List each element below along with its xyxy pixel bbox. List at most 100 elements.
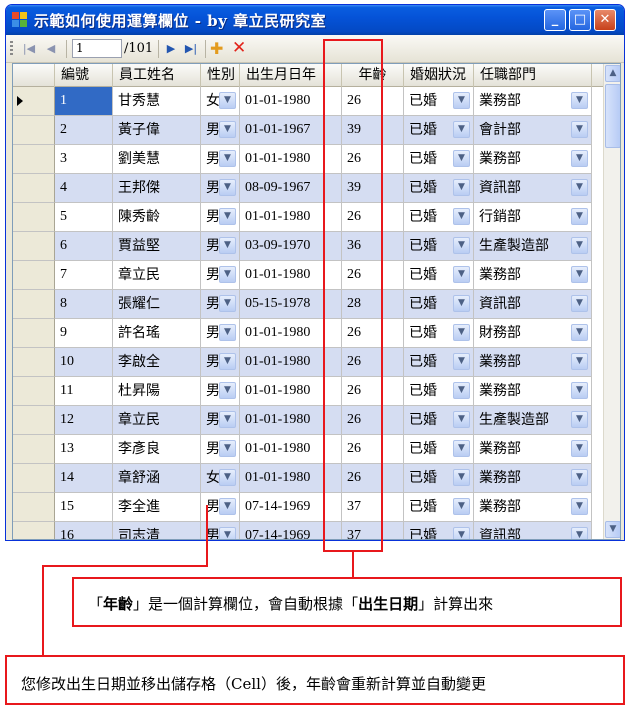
- scroll-down-icon[interactable]: ▼: [605, 521, 620, 538]
- chevron-down-icon[interactable]: ▼: [219, 382, 236, 399]
- chevron-down-icon[interactable]: ▼: [571, 353, 588, 370]
- chevron-down-icon[interactable]: ▼: [453, 440, 470, 457]
- chevron-down-icon[interactable]: ▼: [453, 150, 470, 167]
- grid-cell-name[interactable]: 賈益堅: [113, 232, 201, 261]
- chevron-down-icon[interactable]: ▼: [453, 382, 470, 399]
- scroll-thumb[interactable]: [605, 84, 620, 148]
- grid-cell-department[interactable]: 業務部 ▼: [474, 348, 592, 377]
- chevron-down-icon[interactable]: ▼: [219, 295, 236, 312]
- row-header[interactable]: [13, 464, 55, 493]
- chevron-down-icon[interactable]: ▼: [219, 498, 236, 515]
- chevron-down-icon[interactable]: ▼: [453, 237, 470, 254]
- grid-cell-department[interactable]: 生產製造部 ▼: [474, 232, 592, 261]
- table-row[interactable]: 11 杜昇陽男 ▼ 01-01-1980 26 已婚 ▼ 業務部 ▼: [13, 377, 603, 406]
- grid-cell-marital[interactable]: 已婚 ▼: [404, 493, 474, 522]
- grid-cell-id[interactable]: 1: [55, 87, 113, 116]
- chevron-down-icon[interactable]: ▼: [219, 121, 236, 138]
- chevron-down-icon[interactable]: ▼: [219, 440, 236, 457]
- row-header[interactable]: [13, 261, 55, 290]
- table-row[interactable]: 6 賈益堅男 ▼ 03-09-1970 36 已婚 ▼ 生產製造部 ▼: [13, 232, 603, 261]
- grid-cell-name[interactable]: 李啟全: [113, 348, 201, 377]
- grid-cell-id[interactable]: 6: [55, 232, 113, 261]
- add-new-icon[interactable]: ✚: [210, 39, 223, 58]
- grid-cell-name[interactable]: 甘秀慧: [113, 87, 201, 116]
- chevron-down-icon[interactable]: ▼: [571, 295, 588, 312]
- grid-cell-name[interactable]: 劉美慧: [113, 145, 201, 174]
- column-header-3[interactable]: 性別: [201, 64, 240, 87]
- chevron-down-icon[interactable]: ▼: [453, 266, 470, 283]
- row-header[interactable]: [13, 435, 55, 464]
- grid-cell-marital[interactable]: 已婚 ▼: [404, 174, 474, 203]
- row-header[interactable]: [13, 377, 55, 406]
- grid-cell-gender[interactable]: 男 ▼: [201, 145, 240, 174]
- grid-cell-gender[interactable]: 男 ▼: [201, 435, 240, 464]
- grid-cell-id[interactable]: 14: [55, 464, 113, 493]
- table-row[interactable]: 9 許名瑤男 ▼ 01-01-1980 26 已婚 ▼ 財務部 ▼: [13, 319, 603, 348]
- next-record-icon[interactable]: ▶: [162, 40, 180, 58]
- chevron-down-icon[interactable]: ▼: [219, 266, 236, 283]
- grid-cell-department[interactable]: 財務部 ▼: [474, 319, 592, 348]
- column-header-2[interactable]: 員工姓名: [113, 64, 201, 87]
- chevron-down-icon[interactable]: ▼: [571, 266, 588, 283]
- chevron-down-icon[interactable]: ▼: [571, 179, 588, 196]
- chevron-down-icon[interactable]: ▼: [453, 324, 470, 341]
- chevron-down-icon[interactable]: ▼: [453, 469, 470, 486]
- chevron-down-icon[interactable]: ▼: [571, 411, 588, 428]
- grid-cell-marital[interactable]: 已婚 ▼: [404, 464, 474, 493]
- prev-record-icon[interactable]: ◀: [42, 40, 60, 58]
- grid-cell-marital[interactable]: 已婚 ▼: [404, 232, 474, 261]
- chevron-down-icon[interactable]: ▼: [219, 208, 236, 225]
- grid-cell-name[interactable]: 章立民: [113, 406, 201, 435]
- grid-cell-name[interactable]: 杜昇陽: [113, 377, 201, 406]
- grid-cell-gender[interactable]: 男 ▼: [201, 116, 240, 145]
- column-header-1[interactable]: 編號: [55, 64, 113, 87]
- grid-cell-department[interactable]: 業務部 ▼: [474, 261, 592, 290]
- chevron-down-icon[interactable]: ▼: [219, 92, 236, 109]
- minimize-button[interactable]: _: [544, 9, 566, 31]
- chevron-down-icon[interactable]: ▼: [571, 92, 588, 109]
- grid-cell-department[interactable]: 業務部 ▼: [474, 145, 592, 174]
- chevron-down-icon[interactable]: ▼: [453, 353, 470, 370]
- grid-cell-id[interactable]: 3: [55, 145, 113, 174]
- table-row[interactable]: 2 黃子偉男 ▼ 01-01-1967 39 已婚 ▼ 會計部 ▼: [13, 116, 603, 145]
- close-button[interactable]: ✕: [594, 9, 616, 31]
- grid-cell-gender[interactable]: 男 ▼: [201, 232, 240, 261]
- table-row[interactable]: 14 章舒涵女 ▼ 01-01-1980 26 已婚 ▼ 業務部 ▼: [13, 464, 603, 493]
- table-row[interactable]: 4 王邦傑男 ▼ 08-09-1967 39 已婚 ▼ 資訊部 ▼: [13, 174, 603, 203]
- grid-cell-name[interactable]: 李彥良: [113, 435, 201, 464]
- chevron-down-icon[interactable]: ▼: [571, 121, 588, 138]
- row-header[interactable]: [13, 116, 55, 145]
- chevron-down-icon[interactable]: ▼: [453, 179, 470, 196]
- grid-cell-id[interactable]: 2: [55, 116, 113, 145]
- grid-cell-name[interactable]: 章舒涵: [113, 464, 201, 493]
- grid-cell-department[interactable]: 會計部 ▼: [474, 116, 592, 145]
- toolbar-grip-icon[interactable]: [10, 41, 13, 57]
- row-header[interactable]: [13, 203, 55, 232]
- grid-cell-department[interactable]: 業務部 ▼: [474, 493, 592, 522]
- chevron-down-icon[interactable]: ▼: [219, 237, 236, 254]
- chevron-down-icon[interactable]: ▼: [219, 324, 236, 341]
- grid-cell-gender[interactable]: 男 ▼: [201, 203, 240, 232]
- grid-cell-id[interactable]: 12: [55, 406, 113, 435]
- grid-cell-gender[interactable]: 女 ▼: [201, 87, 240, 116]
- grid-cell-id[interactable]: 7: [55, 261, 113, 290]
- row-header[interactable]: [13, 87, 55, 116]
- grid-cell-id[interactable]: 10: [55, 348, 113, 377]
- grid-cell-marital[interactable]: 已婚 ▼: [404, 116, 474, 145]
- chevron-down-icon[interactable]: ▼: [453, 121, 470, 138]
- table-row[interactable]: 13 李彥良男 ▼ 01-01-1980 26 已婚 ▼ 業務部 ▼: [13, 435, 603, 464]
- row-header[interactable]: [13, 232, 55, 261]
- table-row[interactable]: 7 章立民男 ▼ 01-01-1980 26 已婚 ▼ 業務部 ▼: [13, 261, 603, 290]
- grid-cell-marital[interactable]: 已婚 ▼: [404, 406, 474, 435]
- chevron-down-icon[interactable]: ▼: [571, 382, 588, 399]
- grid-cell-marital[interactable]: 已婚 ▼: [404, 290, 474, 319]
- grid-cell-id[interactable]: 5: [55, 203, 113, 232]
- row-header[interactable]: [13, 290, 55, 319]
- grid-cell-name[interactable]: 陳秀齡: [113, 203, 201, 232]
- grid-cell-name[interactable]: 黃子偉: [113, 116, 201, 145]
- chevron-down-icon[interactable]: ▼: [453, 295, 470, 312]
- grid-cell-marital[interactable]: 已婚 ▼: [404, 203, 474, 232]
- table-row[interactable]: 16 司志清男 ▼ 07-14-1969 37 已婚 ▼ 資訊部 ▼: [13, 522, 603, 539]
- grid-cell-department[interactable]: 資訊部 ▼: [474, 290, 592, 319]
- table-row[interactable]: 1 甘秀慧女 ▼ 01-01-1980 26 已婚 ▼ 業務部 ▼: [13, 87, 603, 116]
